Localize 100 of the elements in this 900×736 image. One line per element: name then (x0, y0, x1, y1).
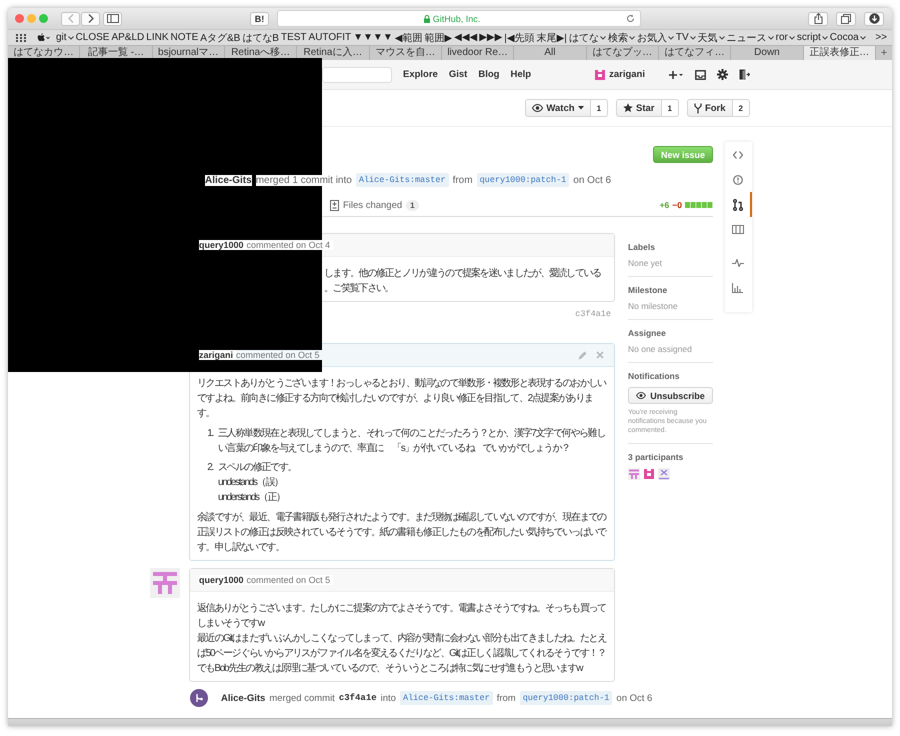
event-into-text: into (380, 692, 396, 704)
bookmarklet-button[interactable]: B! (250, 12, 269, 26)
bookmark-item[interactable]: 範囲▶ (423, 31, 454, 44)
bookmark-item[interactable]: git (55, 31, 75, 44)
bookmark-item[interactable]: ◀範囲 (394, 31, 424, 44)
lines-removed: −0 (672, 200, 682, 210)
bookmark-item[interactable]: NOTE (170, 31, 200, 44)
social-count[interactable]: 2 (732, 99, 750, 117)
bookmark-item[interactable]: Cocoa (828, 31, 867, 44)
forward-button[interactable] (81, 12, 100, 26)
bookmark-item[interactable]: script (796, 31, 829, 44)
comment-meta: commented on Oct 5 (246, 575, 334, 585)
bookmark-item[interactable]: ▶▶▶ (478, 31, 504, 44)
pull-request-icon (732, 198, 742, 210)
chevron-down-icon (68, 36, 74, 40)
chevron-down-icon (628, 36, 635, 40)
nav-link[interactable]: Blog (478, 69, 500, 80)
bookmark-item[interactable]: AP&LD (110, 31, 146, 44)
files-changed-tab[interactable]: Files changed 1 (330, 200, 419, 210)
tabs-overview-button[interactable] (836, 12, 856, 26)
author-link[interactable]: query1000 (199, 575, 247, 585)
merge-icon (190, 689, 208, 707)
sidebar-value: No one assigned (628, 344, 693, 354)
social-count[interactable]: 1 (662, 99, 679, 117)
user-avatar-icon[interactable] (594, 68, 606, 80)
branch-ref: query1000:patch-1 (476, 173, 570, 187)
search-field[interactable] (322, 66, 392, 82)
nav-link[interactable]: Help (510, 69, 532, 80)
share-button[interactable] (808, 12, 828, 26)
repo-action-button[interactable]: Star (616, 99, 662, 117)
merge-status-text: merged 1 commit into (256, 174, 352, 186)
social-count[interactable]: 1 (590, 99, 608, 117)
sidebar-icon (106, 14, 118, 23)
bookmark-item[interactable]: ◀◀◀ (453, 31, 478, 44)
participant-avatar[interactable] (643, 468, 655, 480)
reload-icon[interactable] (626, 14, 635, 23)
settings-icon[interactable] (717, 69, 728, 80)
comment-text: 余談ですが、最近、電子書籍版も発行されたようです。まだ現物は確認していないのですが、現在までの正誤リストの修正は反映されているそうです。紙の書籍も修正したものを配布したい気持ちでいっぱいです。申し訳ないです。 (197, 510, 608, 555)
bar-chart-icon (732, 282, 743, 292)
user-name-link[interactable]: zarigani (609, 69, 645, 80)
bookmark-item[interactable]: |◀先頭 (503, 31, 536, 44)
comment-text: 最近のGitはまたずいぶんかしこくなってしまって、内容が実情に会わない部分も出てきましたね。たとえば50ページぐらいからアリスがファイル名を変えるくだりなど、Gitは正しく認識してくれるそうです！？でもBob先生の教えは原理に基づいているので、そういうところは特に気にせず進もうと思いますw (197, 632, 608, 676)
list-item-text: 三人称単数現在と表現してしまうと、それって何のことだったろう？とか、漢字7文字で何やら難しい言葉の印象を与えてしまうので、率直に 「s」が付いているね でいかがでしょうか？ (218, 426, 606, 456)
unsubscribe-button[interactable]: Unsubscribe (628, 387, 713, 404)
sidebar-heading[interactable]: Milestone (628, 285, 713, 295)
bookmark-item[interactable]: TV (674, 31, 697, 44)
inbox-icon[interactable] (695, 70, 706, 80)
nav-link[interactable]: Gist (448, 69, 468, 80)
eye-icon (532, 104, 544, 112)
chevron-down-icon (668, 36, 674, 40)
comment-text: します。他の修正とノリが違うので提案を迷いましたが、愛読している (324, 266, 602, 281)
sidebar-heading[interactable]: Labels (628, 242, 713, 252)
bookmark-item[interactable]: はてな (568, 31, 607, 44)
participant-avatar[interactable] (658, 468, 670, 480)
download-button[interactable] (864, 12, 884, 26)
sidebar-button[interactable] (103, 12, 122, 26)
user-avatar[interactable] (150, 568, 180, 598)
bookmark-item[interactable]: 検索 (606, 31, 636, 44)
apple-menu-icon[interactable] (35, 33, 50, 42)
bookmark-item[interactable]: ▼▼▼▼ (352, 31, 394, 44)
chevron-right-icon (86, 14, 94, 23)
bookmark-item[interactable]: 末尾▶| (536, 31, 568, 44)
list-number: 2. (206, 461, 213, 475)
bookmark-item[interactable]: CLOSE (74, 31, 110, 44)
bookmark-item[interactable]: お気入 (636, 31, 675, 44)
branch-ref: Alice-Gits:master (400, 691, 493, 705)
author-link[interactable]: Alice-Gits (221, 692, 266, 704)
branch-ref: query1000:patch-1 (520, 691, 612, 705)
commit-sha[interactable]: c3f4a1e (338, 693, 377, 703)
bookmark-item[interactable]: LINK (145, 31, 170, 44)
sidebar-heading[interactable]: Assignee (628, 328, 713, 338)
event-text: merged commit (269, 692, 335, 704)
grid-icon[interactable] (16, 34, 26, 42)
bookmark-item[interactable]: AUTOFIT (308, 31, 352, 44)
code-icon (732, 150, 742, 158)
lock-icon (424, 14, 430, 22)
browser-tab[interactable]: 正誤表修正… (804, 46, 876, 60)
bookmark-item[interactable]: ニュース (726, 31, 775, 44)
sign-out-icon[interactable] (739, 69, 750, 80)
diffstat-bar (685, 202, 713, 208)
comment-text: 。ご笑覧下さい。 (324, 282, 394, 296)
bookmark-item[interactable]: はてなB (241, 31, 280, 44)
author-link[interactable]: zarigani (199, 350, 236, 360)
author-link[interactable]: query1000 (199, 240, 247, 250)
repo-action-button[interactable]: Watch (525, 99, 591, 117)
bookmarks-overflow-button[interactable]: >> (874, 31, 888, 44)
bookmark-item[interactable]: 天気 (696, 31, 726, 44)
nav-link[interactable]: Explore (403, 69, 438, 80)
author-link[interactable]: Alice-Gits (205, 174, 252, 186)
sidebar-value: No milestone (628, 301, 679, 311)
bookmark-item[interactable]: Aタグ&B (199, 31, 242, 44)
list-item-text: understands（正） (218, 491, 286, 505)
bookmark-item[interactable]: ror (774, 31, 796, 44)
close-button[interactable] (15, 14, 24, 23)
participant-avatar[interactable] (628, 468, 640, 480)
list-item-text: undestands（誤） (218, 476, 284, 490)
chevron-left-icon (66, 14, 74, 23)
repo-action-button[interactable]: Fork (686, 99, 733, 117)
plus-dropdown-icon[interactable] (668, 70, 684, 80)
bookmark-item[interactable]: TEST (280, 31, 308, 44)
